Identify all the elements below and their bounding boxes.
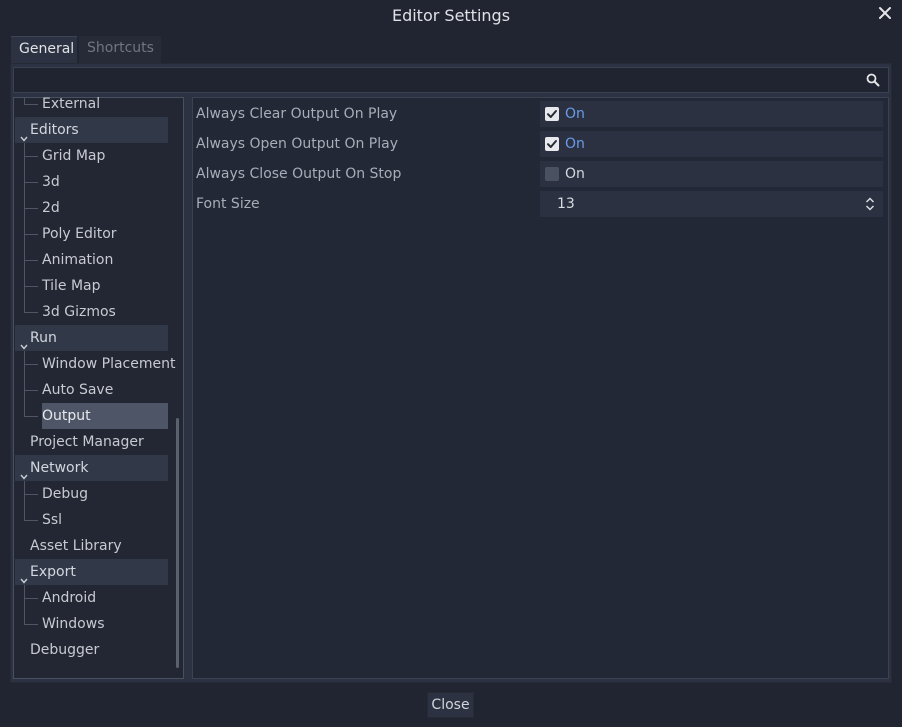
checkbox-always-open-output[interactable]: On — [540, 131, 883, 157]
tree-item-label: 2d — [42, 200, 60, 216]
tree-item-window-placement[interactable]: Window Placement — [42, 351, 176, 377]
spinbox-arrows-icon[interactable] — [865, 196, 875, 212]
chevron-down-icon[interactable] — [20, 568, 28, 584]
checkbox-label: On — [565, 106, 585, 122]
search-icon — [866, 73, 880, 87]
tree-item-network[interactable]: Network — [15, 455, 168, 481]
tree-item-label: 3d — [42, 174, 60, 190]
tree-item-label: Animation — [42, 252, 114, 268]
tree-item-grid-map[interactable]: Grid Map — [42, 143, 105, 169]
font-size-value[interactable]: 13 — [557, 191, 575, 217]
prop-label-always-clear-output: Always Clear Output On Play — [196, 106, 398, 122]
tree-item-label: Run — [30, 330, 57, 346]
tree-item-label: Debug — [42, 486, 89, 502]
tree-item-android[interactable]: Android — [42, 585, 96, 611]
checkbox-always-clear-output[interactable]: On — [540, 101, 883, 127]
prop-label-font-size: Font Size — [196, 196, 260, 212]
search-input[interactable] — [13, 67, 889, 93]
tab-general[interactable]: General — [11, 36, 77, 63]
chevron-down-icon[interactable] — [20, 126, 28, 142]
tree-item-debugger[interactable]: Debugger — [30, 637, 99, 663]
tree-item-editors[interactable]: Editors — [15, 117, 168, 143]
tree-item-label: Output — [42, 408, 91, 424]
tree-item-ssl[interactable]: Ssl — [42, 507, 62, 533]
window-title: Editor Settings — [391, 6, 511, 25]
tree-item-label: Project Manager — [30, 434, 144, 450]
tab-shortcuts[interactable]: Shortcuts — [79, 36, 161, 63]
tree-item-auto-save[interactable]: Auto Save — [42, 377, 113, 403]
tree-item-label: Ssl — [42, 512, 63, 528]
checkbox-always-close-output[interactable]: On — [540, 161, 883, 187]
title-bar: Editor Settings — [0, 0, 902, 30]
close-button[interactable]: Close — [427, 692, 474, 718]
tree-item-poly-editor[interactable]: Poly Editor — [42, 221, 117, 247]
tree-item-label: Windows — [42, 616, 105, 632]
tree-item-output[interactable]: Output — [42, 403, 168, 429]
chevron-down-icon[interactable] — [20, 464, 28, 480]
checkbox-label: On — [565, 136, 585, 152]
prop-label-always-close-output: Always Close Output On Stop — [196, 166, 402, 182]
tree-item-external[interactable]: External — [42, 91, 100, 117]
tree-item-run[interactable]: Run — [15, 325, 168, 351]
checkbox-unchecked-icon[interactable] — [545, 167, 559, 181]
tree-item-label: Network — [30, 460, 89, 476]
tree-item-3d-gizmos[interactable]: 3d Gizmos — [42, 299, 116, 325]
tree-item-label: Export — [30, 564, 76, 580]
checkbox-checked-icon[interactable] — [545, 107, 559, 121]
chevron-down-icon[interactable] — [20, 334, 28, 350]
tree-item-label: Auto Save — [42, 382, 114, 398]
tree-item-label: Debugger — [30, 642, 100, 658]
tree-item-label: Grid Map — [42, 148, 106, 164]
tree-item-label: External — [42, 96, 101, 112]
tree-item-label: Tile Map — [42, 278, 101, 294]
tree-item-debug[interactable]: Debug — [42, 481, 88, 507]
tree-item-3d[interactable]: 3d — [42, 169, 60, 195]
tree-item-export[interactable]: Export — [15, 559, 168, 585]
close-icon[interactable] — [876, 4, 894, 22]
tree-item-label: 3d Gizmos — [42, 304, 116, 320]
tree-item-project-manager[interactable]: Project Manager — [30, 429, 144, 455]
tree-item-label: Window Placement — [42, 356, 176, 372]
checkbox-checked-icon[interactable] — [545, 137, 559, 151]
checkbox-label: On — [565, 166, 585, 182]
tree-item-label: Asset Library — [30, 538, 122, 554]
tree-item-label: Android — [42, 590, 97, 606]
font-size-spinbox[interactable]: 13 — [540, 191, 883, 217]
tree-item-label: Editors — [30, 122, 79, 138]
tree-item-asset-library[interactable]: Asset Library — [30, 533, 122, 559]
tree-item-tile-map[interactable]: Tile Map — [42, 273, 101, 299]
tree-item-2d[interactable]: 2d — [42, 195, 60, 221]
tree-item-animation[interactable]: Animation — [42, 247, 113, 273]
tree-scrollbar[interactable] — [176, 418, 179, 668]
prop-label-always-open-output: Always Open Output On Play — [196, 136, 398, 152]
tree-item-windows[interactable]: Windows — [42, 611, 105, 637]
tree-item-label: Poly Editor — [42, 226, 117, 242]
